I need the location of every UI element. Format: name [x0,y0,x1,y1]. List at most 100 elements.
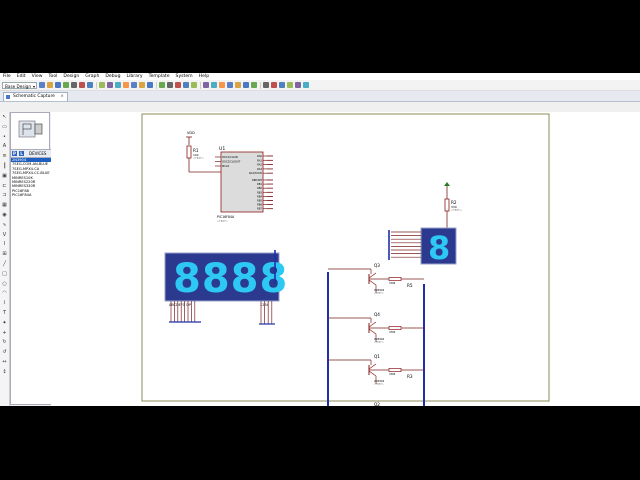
block-copy-button[interactable] [203,82,209,88]
mode-toolbar: ↖ ▭ • A ≡ ║ ▣ ⊏ ⊐ ▦ ◉ ∿ V I ⊞ ╱ □ ○ ◠ ⌇ T ✦ + ↻ ↺ ↔ ↕ [0,112,10,406]
tape-icon[interactable]: ◉ [1,212,8,218]
origin-button[interactable] [107,82,113,88]
mcu-pin-right-label: RA1 [257,158,262,162]
device-pin-icon[interactable]: ⊐ [1,192,8,198]
mcu-pin-right-label: RA2 [257,163,262,167]
decompose-button[interactable] [263,82,269,88]
u1-text: <TEXT> [217,219,228,223]
box-2d-icon[interactable]: □ [1,271,8,277]
pick-device-button[interactable] [235,82,241,88]
resistor-r1[interactable]: R1 10k <TEXT> [186,145,221,173]
wire-autorouter-button[interactable] [271,82,277,88]
seven-seg-1digit-display[interactable]: 8 [388,227,457,267]
mcu-u1[interactable]: U1 PIC16F84A <TEXT> OSC1/CLKINOSC2/CLKOU… [215,146,273,223]
instrument-icon[interactable]: ⊞ [1,251,8,257]
netlist-button[interactable] [295,82,301,88]
zoom-area-button[interactable] [147,82,153,88]
terminal-icon[interactable]: ⊏ [1,183,8,189]
redo-button[interactable] [167,82,173,88]
import-button[interactable] [63,82,69,88]
zoom-all-button[interactable] [139,82,145,88]
menu-graph[interactable]: Graph [82,73,102,80]
schematic-canvas[interactable]: VDD R1 10k <TEXT> U1 PIC16F84A <TEXT> OS… [51,112,640,406]
home-button[interactable] [79,82,85,88]
base-resistor [388,326,402,330]
close-icon[interactable]: × [60,94,64,99]
path-2d-icon[interactable]: ⌇ [1,300,8,306]
menu-system[interactable]: System [173,73,196,80]
arc-2d-icon[interactable]: ◠ [1,290,8,296]
transistor-stage[interactable]: Q32N3904<TEXT>330R R5 [328,263,424,295]
zoom-out-button[interactable] [131,82,137,88]
device-list-item[interactable]: PIC16F84A [11,193,51,197]
transistor-stage[interactable]: Q42N3904<TEXT>330R [328,312,424,344]
tab-schematic-capture[interactable]: Schematic Capture × [3,92,68,101]
undo-button[interactable] [159,82,165,88]
print-button[interactable] [71,82,77,88]
devices-title: DEVICES [29,151,47,156]
pan-button[interactable] [115,82,121,88]
text-2d-icon[interactable]: T [1,310,8,316]
text-script-icon[interactable]: ≡ [1,153,8,159]
mcu-pin-left-label: MCLR [222,164,229,168]
menu-file[interactable]: File [0,73,14,80]
generator-icon[interactable]: ∿ [1,222,8,228]
vdd-terminal[interactable]: VDD [186,131,195,145]
menu-edit[interactable]: Edit [14,73,29,80]
save-file-button[interactable] [55,82,61,88]
bus-icon[interactable]: ║ [1,163,8,169]
overview-window[interactable] [10,112,50,150]
line-2d-icon[interactable]: ╱ [1,261,8,267]
junction-icon[interactable]: • [1,134,8,140]
grid-button[interactable] [99,82,105,88]
transistor-collector [368,321,377,328]
circle-2d-icon[interactable]: ○ [1,281,8,287]
mcu-pin-left-label: OSC2/CLKOUT [222,160,241,164]
probe-voltage-icon[interactable]: V [1,232,8,238]
menu-debug[interactable]: Debug [102,73,123,80]
zoom-in-button[interactable] [123,82,129,88]
refresh-button[interactable] [87,82,93,88]
select-icon[interactable]: ↖ [1,114,8,120]
design-select[interactable]: Base Design ▾ [2,81,37,89]
copy-button[interactable] [183,82,189,88]
mirror-y-icon[interactable]: ↕ [1,369,8,375]
resistor-r2[interactable]: R2 330 <TEXT> [444,182,462,228]
block-rotate-button[interactable] [219,82,225,88]
new-file-button[interactable] [39,82,45,88]
paste-button[interactable] [191,82,197,88]
wire-label-icon[interactable]: A [1,143,8,149]
menu-library[interactable]: Library [124,73,146,80]
menu-help[interactable]: Help [196,73,212,80]
make-device-button[interactable] [243,82,249,88]
component-icon[interactable]: ▭ [1,124,8,130]
symbol-2d-icon[interactable]: ✦ [1,320,8,326]
menu-template[interactable]: Template [146,73,173,80]
mirror-x-icon[interactable]: ↔ [1,359,8,365]
resistor-value: 330R [389,331,396,334]
menu-tool[interactable]: Tool [46,73,61,80]
marker-2d-icon[interactable]: + [1,330,8,336]
toolbar: Base Design ▾ [0,80,640,91]
block-move-button[interactable] [211,82,217,88]
seven-seg-4digit-display[interactable]: 8888 ABCDEFG DP 1234 [164,252,288,325]
graph-icon[interactable]: ▦ [1,202,8,208]
bill-of-materials-button[interactable] [303,82,309,88]
search-button[interactable] [279,82,285,88]
rotate-cw-icon[interactable]: ↻ [1,339,8,345]
menu-design[interactable]: Design [60,73,82,80]
subcircuit-icon[interactable]: ▣ [1,173,8,179]
block-delete-button[interactable] [227,82,233,88]
rotate-ccw-icon[interactable]: ↺ [1,349,8,355]
transistor-stage[interactable]: Q12N3904<TEXT>330R R3 [328,354,424,386]
transistor-stage[interactable]: Q22N3904<TEXT>330R [328,402,424,406]
pick-devices-button[interactable]: P [12,151,17,156]
property-assignment-button[interactable] [287,82,293,88]
device-list-item[interactable]: 7SEG-MPX4-CC-BLUE [11,171,51,175]
open-file-button[interactable] [47,82,53,88]
library-manager-button[interactable]: L [19,151,24,156]
menu-view[interactable]: View [29,73,46,80]
package-button[interactable] [251,82,257,88]
cut-button[interactable] [175,82,181,88]
probe-current-icon[interactable]: I [1,241,8,247]
